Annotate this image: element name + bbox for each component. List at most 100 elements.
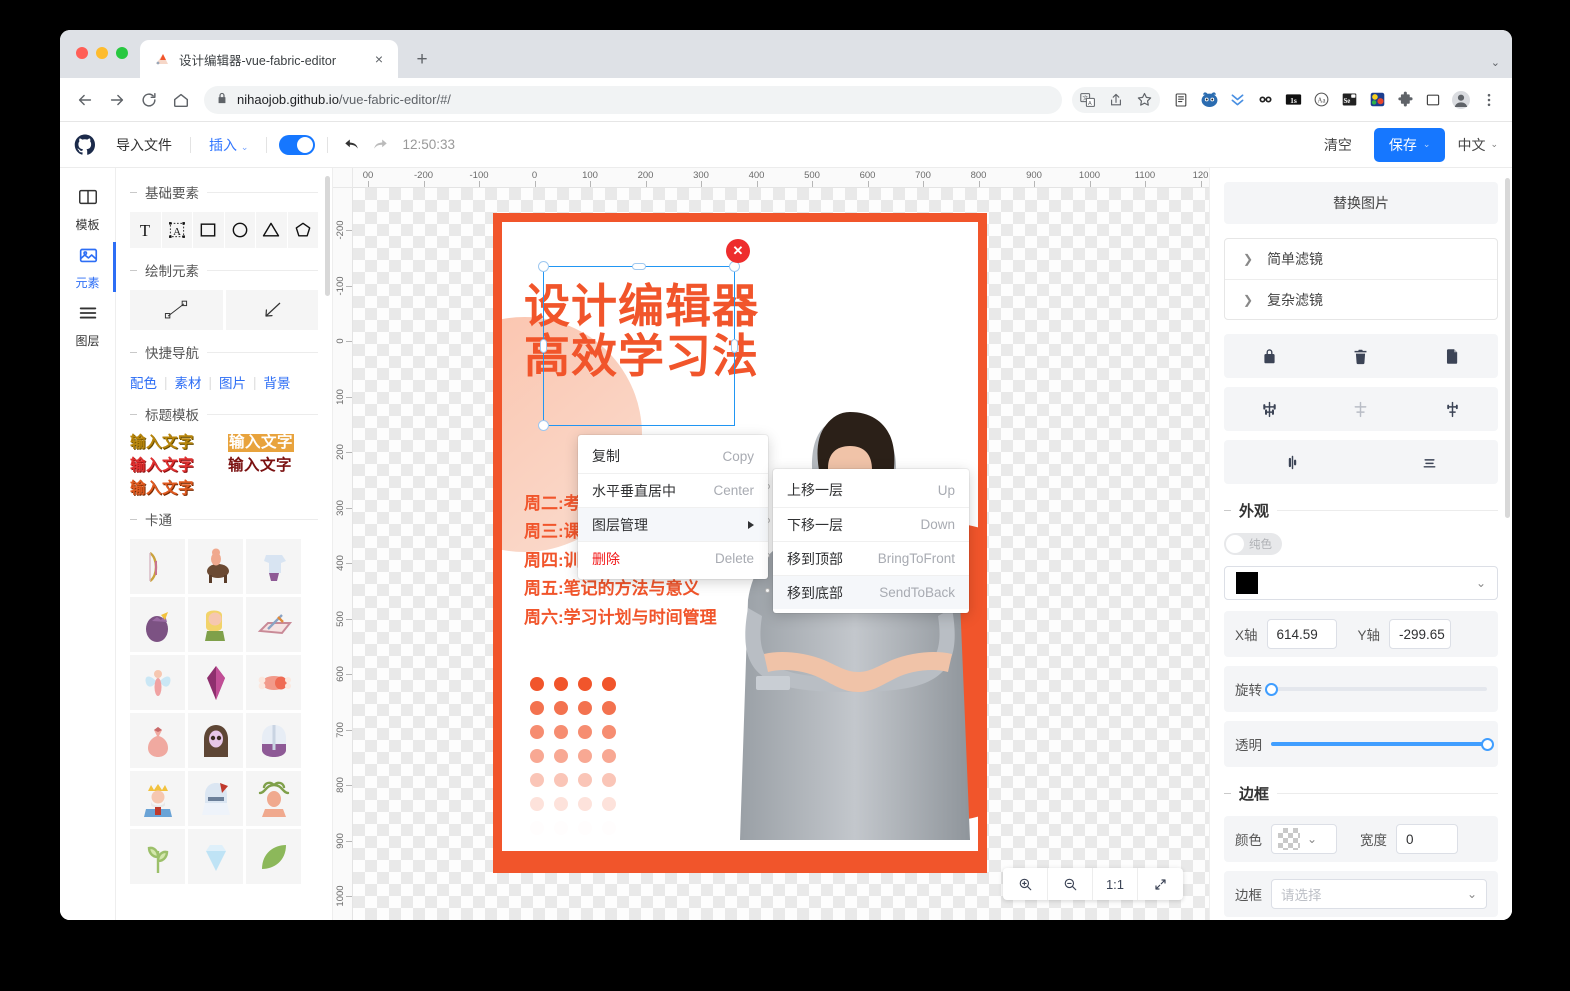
sidebar-item-templates[interactable]: 模板	[60, 180, 115, 238]
y-axis-input[interactable]: -299.65	[1389, 619, 1452, 649]
context-submenu-item-down[interactable]: 下移一层 Down	[773, 507, 969, 541]
context-submenu-item-up[interactable]: 上移一层 Up	[773, 473, 969, 507]
title-template-item[interactable]: 输入文字	[228, 457, 316, 475]
sword-rug-icon[interactable]	[246, 597, 301, 653]
horizontal-ruler[interactable]: 00 -200 -100 0 100 200 300 400 500 600 700 800 900 10…	[353, 168, 1209, 188]
title-template-item[interactable]: 输入文字	[130, 480, 218, 498]
fill-color-select[interactable]: ⌄	[1224, 566, 1498, 600]
resize-handle-right-middle[interactable]	[731, 339, 738, 353]
save-button[interactable]: 保存 ⌄	[1373, 127, 1446, 162]
solid-color-toggle[interactable]: 纯色	[1224, 533, 1282, 555]
import-file-button[interactable]: 导入文件	[110, 131, 178, 159]
reload-button[interactable]	[134, 85, 164, 115]
glasses-icon[interactable]	[1252, 87, 1278, 113]
bookmark-star-icon[interactable]	[1131, 87, 1157, 113]
triangle-icon[interactable]	[256, 212, 287, 248]
snap-toggle[interactable]	[279, 134, 316, 155]
context-submenu-item-bring-to-front[interactable]: 移到顶部 BringToFront	[773, 541, 969, 575]
plant-icon[interactable]	[130, 829, 185, 885]
centaur-icon[interactable]	[188, 539, 243, 595]
fairy-icon[interactable]	[130, 655, 185, 711]
share-icon[interactable]	[1103, 87, 1129, 113]
chevron-down-icon[interactable]: ⌄	[1491, 56, 1500, 69]
zoom-out-button[interactable]	[1048, 868, 1093, 900]
align-middle-v-icon[interactable]	[1224, 453, 1361, 472]
resize-handle-top-middle[interactable]	[632, 263, 646, 270]
sidebar-item-layers[interactable]: 图层	[60, 296, 115, 354]
align-right-icon[interactable]	[1407, 400, 1498, 419]
selection-box[interactable]: ✕	[538, 239, 750, 431]
opacity-slider[interactable]	[1271, 737, 1494, 751]
translate-icon[interactable]: 文A	[1075, 87, 1101, 113]
arrow-icon[interactable]	[225, 290, 318, 330]
textbox-icon[interactable]: A	[161, 212, 192, 248]
potion-bag-icon[interactable]	[130, 713, 185, 769]
profile-icon[interactable]	[1448, 87, 1474, 113]
copy-icon[interactable]	[1407, 348, 1498, 365]
quicknav-link-background[interactable]: 背景	[257, 372, 298, 392]
meat-icon[interactable]	[246, 655, 301, 711]
back-button[interactable]	[70, 85, 100, 115]
1s-icon[interactable]: 1s	[1280, 87, 1306, 113]
close-window-button[interactable]	[76, 47, 88, 59]
title-template-item[interactable]: 输入文字	[130, 457, 218, 475]
elf-icon[interactable]	[188, 597, 243, 653]
dragon-egg-icon[interactable]	[130, 597, 185, 653]
quicknav-link-colors[interactable]: 配色	[130, 372, 164, 392]
address-bar[interactable]: nihaojob.github.io/vue-fabric-editor/#/	[204, 85, 1062, 114]
forward-button[interactable]	[102, 85, 132, 115]
home-button[interactable]	[166, 85, 196, 115]
text-icon[interactable]: T	[130, 212, 161, 248]
align-left-icon[interactable]	[1224, 400, 1315, 419]
align-center-h-icon[interactable]	[1315, 400, 1406, 419]
sidebar-item-elements[interactable]: 元素	[60, 238, 116, 296]
properties-scrollbar[interactable]	[1505, 178, 1510, 518]
language-selector[interactable]: 中文 ⌄	[1457, 135, 1498, 155]
browser-tab-active[interactable]: 设计编辑器-vue-fabric-editor ×	[140, 40, 398, 78]
new-tab-button[interactable]: +	[408, 45, 436, 73]
slider-knob[interactable]	[1264, 682, 1278, 696]
github-logo[interactable]	[74, 133, 96, 156]
bow-icon[interactable]	[130, 539, 185, 595]
kebab-menu-icon[interactable]	[1476, 87, 1502, 113]
border-style-select[interactable]: 请选择 ⌄	[1271, 879, 1487, 909]
king-icon[interactable]	[130, 771, 185, 827]
puzzle-icon[interactable]	[1392, 87, 1418, 113]
context-menu-item-delete[interactable]: 删除 Delete	[578, 541, 768, 575]
context-menu-item-layer-management[interactable]: 图层管理	[578, 507, 768, 541]
se-icon[interactable]: Se	[1336, 87, 1362, 113]
clear-button[interactable]: 清空	[1314, 131, 1362, 159]
context-menu-item-copy[interactable]: 复制 Copy	[578, 439, 768, 473]
knight-icon[interactable]	[188, 771, 243, 827]
polygon-icon[interactable]	[287, 212, 318, 248]
simple-filters-row[interactable]: ❯ 简单滤镜	[1225, 239, 1497, 279]
zoom-reset-button[interactable]: 1:1	[1093, 868, 1138, 900]
context-submenu-item-send-to-back[interactable]: 移到底部 SendToBack	[773, 575, 969, 609]
border-width-input[interactable]: 0	[1396, 824, 1458, 854]
trash-icon[interactable]	[1315, 348, 1406, 365]
globe-color-icon[interactable]	[1364, 87, 1390, 113]
slider-knob[interactable]	[1480, 737, 1494, 751]
maximize-window-button[interactable]	[116, 47, 128, 59]
title-template-item[interactable]: 输入文字	[130, 434, 218, 452]
context-menu-item-center[interactable]: 水平垂直居中 Center	[578, 473, 768, 507]
crystal-icon[interactable]	[188, 655, 243, 711]
complex-filters-row[interactable]: ❯ 复杂滤镜	[1225, 279, 1497, 319]
line-icon[interactable]	[130, 290, 223, 330]
helmet-icon[interactable]	[246, 713, 301, 769]
insert-menu-button[interactable]: 插入 ⌄	[203, 131, 254, 159]
align-bottom-icon[interactable]	[1361, 453, 1498, 472]
vertical-ruler[interactable]: -200 -100 0 100 200 300 400 500 600 700 800 900 1000	[333, 188, 353, 920]
chevrons-down-icon[interactable]	[1224, 87, 1250, 113]
canvas-stage[interactable]: 设计编辑器 高效学习法 周二:考试观和成绩解读 周三:课本的价值与使用 周四:训…	[353, 188, 1209, 920]
sidepanel-icon[interactable]	[1420, 87, 1446, 113]
redo-icon[interactable]	[366, 132, 392, 158]
leaf-icon[interactable]	[246, 829, 301, 885]
resize-handle-bottom-left[interactable]	[538, 420, 549, 431]
border-color-select[interactable]: ⌄	[1271, 824, 1337, 854]
gem-icon[interactable]	[188, 829, 243, 885]
resize-handle-left-middle[interactable]	[540, 339, 547, 353]
panel-scrollbar[interactable]	[325, 176, 330, 296]
minimize-window-button[interactable]	[96, 47, 108, 59]
octocat-icon[interactable]	[1196, 87, 1222, 113]
